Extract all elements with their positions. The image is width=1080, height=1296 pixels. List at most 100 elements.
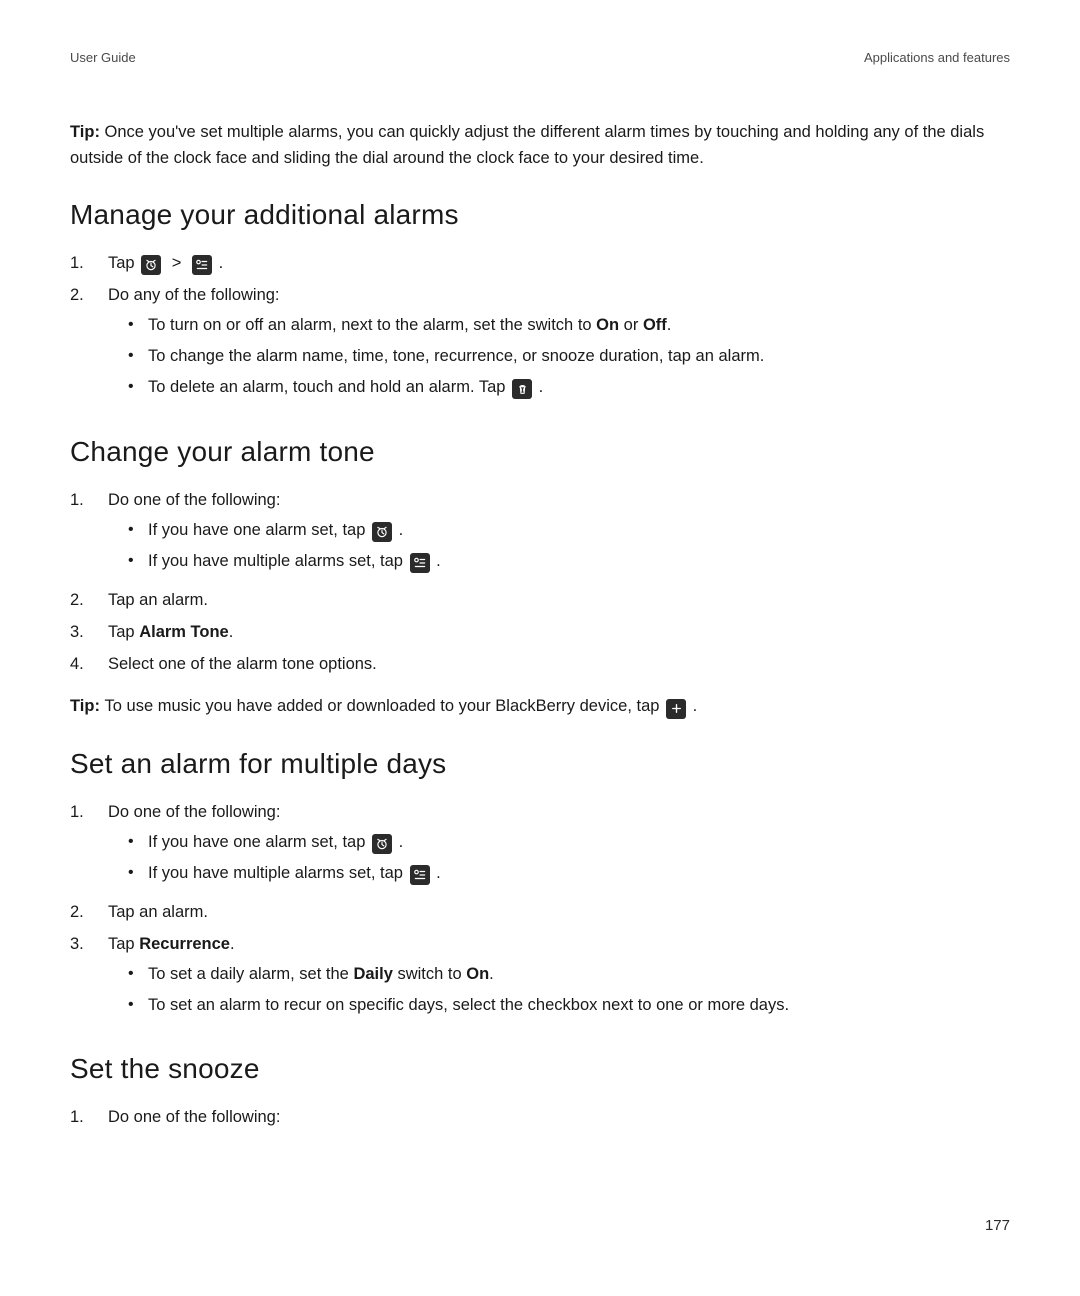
text: Tap bbox=[108, 935, 139, 953]
text: . bbox=[399, 521, 404, 539]
step-body: Tap an alarm. bbox=[108, 898, 1010, 926]
list-item: To turn on or off an alarm, next to the … bbox=[108, 311, 1010, 340]
list-item: To set an alarm to recur on specific day… bbox=[108, 991, 1010, 1020]
text: . bbox=[539, 378, 544, 396]
text: switch to bbox=[393, 965, 466, 983]
tone-step-3: 3. Tap Alarm Tone. bbox=[70, 618, 1010, 646]
text: To set a daily alarm, set the bbox=[148, 965, 353, 983]
text: Do one of the following: bbox=[108, 803, 280, 821]
tip-text: To use music you have added or downloade… bbox=[105, 697, 665, 715]
page: User Guide Applications and features Tip… bbox=[0, 0, 1080, 1296]
list-item: If you have one alarm set, tap . bbox=[108, 828, 1010, 857]
text: . bbox=[436, 552, 441, 570]
text: . bbox=[667, 316, 672, 334]
chevron-separator: > bbox=[172, 254, 182, 272]
text: If you have multiple alarms set, tap bbox=[148, 552, 408, 570]
list-item: If you have multiple alarms set, tap . bbox=[108, 547, 1010, 576]
text: . bbox=[399, 833, 404, 851]
step-body: Do one of the following: bbox=[108, 1103, 1010, 1131]
text: Do one of the following: bbox=[108, 491, 280, 509]
manage-step-2: 2. Do any of the following: To turn on o… bbox=[70, 281, 1010, 408]
step-body: Do one of the following: If you have one… bbox=[108, 486, 1010, 582]
snooze-steps: 1. Do one of the following: bbox=[70, 1103, 1010, 1131]
tip-music: Tip: To use music you have added or down… bbox=[70, 694, 1010, 720]
header-right: Applications and features bbox=[864, 50, 1010, 65]
tone-bullets: If you have one alarm set, tap . If you … bbox=[108, 516, 1010, 576]
text: To delete an alarm, touch and hold an al… bbox=[148, 378, 510, 396]
multi-step-2: 2. Tap an alarm. bbox=[70, 898, 1010, 926]
plus-icon bbox=[666, 699, 686, 719]
alarm-list-icon bbox=[410, 865, 430, 885]
list-item: To delete an alarm, touch and hold an al… bbox=[108, 373, 1010, 402]
step-number: 2. bbox=[70, 898, 108, 926]
list-item: If you have one alarm set, tap . bbox=[108, 516, 1010, 545]
text: Tap bbox=[108, 254, 139, 272]
text: To turn on or off an alarm, next to the … bbox=[148, 316, 596, 334]
tip-text: Once you've set multiple alarms, you can… bbox=[70, 123, 984, 167]
step-body: Do one of the following: If you have one… bbox=[108, 798, 1010, 894]
on-label: On bbox=[596, 316, 619, 334]
on-label: On bbox=[466, 965, 489, 983]
text: If you have one alarm set, tap bbox=[148, 833, 370, 851]
manage-step-1: 1. Tap > . bbox=[70, 249, 1010, 277]
list-item: To change the alarm name, time, tone, re… bbox=[108, 342, 1010, 371]
step-body: Tap Recurrence. To set a daily alarm, se… bbox=[108, 930, 1010, 1026]
step-number: 1. bbox=[70, 486, 108, 514]
text: To set an alarm to recur on specific day… bbox=[148, 991, 789, 1020]
text: . bbox=[693, 697, 698, 715]
text: Tap bbox=[108, 623, 139, 641]
page-number: 177 bbox=[985, 1217, 1010, 1234]
text: . bbox=[219, 254, 224, 272]
step-number: 2. bbox=[70, 586, 108, 614]
page-header: User Guide Applications and features bbox=[70, 50, 1010, 65]
text: . bbox=[230, 935, 235, 953]
manage-steps: 1. Tap > . 2. Do any of the following: bbox=[70, 249, 1010, 408]
list-item: To set a daily alarm, set the Daily swit… bbox=[108, 960, 1010, 989]
step-body: Tap an alarm. bbox=[108, 586, 1010, 614]
tip-label: Tip: bbox=[70, 123, 105, 141]
alarm-list-icon bbox=[192, 255, 212, 275]
step-number: 3. bbox=[70, 930, 108, 958]
step-number: 1. bbox=[70, 1103, 108, 1131]
multi-step-3: 3. Tap Recurrence. To set a daily alarm,… bbox=[70, 930, 1010, 1026]
step-body: Tap Alarm Tone. bbox=[108, 618, 1010, 646]
text: . bbox=[229, 623, 234, 641]
off-label: Off bbox=[643, 316, 667, 334]
daily-label: Daily bbox=[353, 965, 392, 983]
list-item: If you have multiple alarms set, tap . bbox=[108, 859, 1010, 888]
heading-manage-alarms: Manage your additional alarms bbox=[70, 199, 1010, 231]
clock-alarm-icon bbox=[141, 255, 161, 275]
text: . bbox=[489, 965, 494, 983]
step-number: 2. bbox=[70, 281, 108, 309]
tone-steps: 1. Do one of the following: If you have … bbox=[70, 486, 1010, 678]
manage-bullets: To turn on or off an alarm, next to the … bbox=[108, 311, 1010, 402]
tip-label: Tip: bbox=[70, 697, 105, 715]
step-number: 4. bbox=[70, 650, 108, 678]
alarm-tone-label: Alarm Tone bbox=[139, 623, 229, 641]
step-body: Select one of the alarm tone options. bbox=[108, 650, 1010, 678]
heading-change-tone: Change your alarm tone bbox=[70, 436, 1010, 468]
tip-multiple-alarms: Tip: Once you've set multiple alarms, yo… bbox=[70, 120, 1010, 171]
heading-multiple-days: Set an alarm for multiple days bbox=[70, 748, 1010, 780]
tone-step-2: 2. Tap an alarm. bbox=[70, 586, 1010, 614]
multi-steps: 1. Do one of the following: If you have … bbox=[70, 798, 1010, 1026]
text: or bbox=[619, 316, 643, 334]
clock-alarm-icon bbox=[372, 522, 392, 542]
trash-icon bbox=[512, 379, 532, 399]
text: If you have multiple alarms set, tap bbox=[148, 864, 408, 882]
tone-step-4: 4. Select one of the alarm tone options. bbox=[70, 650, 1010, 678]
step-body: Do any of the following: To turn on or o… bbox=[108, 281, 1010, 408]
multi-bullets-1: If you have one alarm set, tap . If you … bbox=[108, 828, 1010, 888]
step-number: 1. bbox=[70, 249, 108, 277]
snooze-step-1: 1. Do one of the following: bbox=[70, 1103, 1010, 1131]
alarm-list-icon bbox=[410, 553, 430, 573]
text: Do any of the following: bbox=[108, 286, 280, 304]
clock-alarm-icon bbox=[372, 834, 392, 854]
step-body: Tap > . bbox=[108, 249, 1010, 277]
text: To change the alarm name, time, tone, re… bbox=[148, 342, 764, 371]
step-number: 3. bbox=[70, 618, 108, 646]
heading-snooze: Set the snooze bbox=[70, 1053, 1010, 1085]
multi-bullets-2: To set a daily alarm, set the Daily swit… bbox=[108, 960, 1010, 1020]
tone-step-1: 1. Do one of the following: If you have … bbox=[70, 486, 1010, 582]
step-number: 1. bbox=[70, 798, 108, 826]
